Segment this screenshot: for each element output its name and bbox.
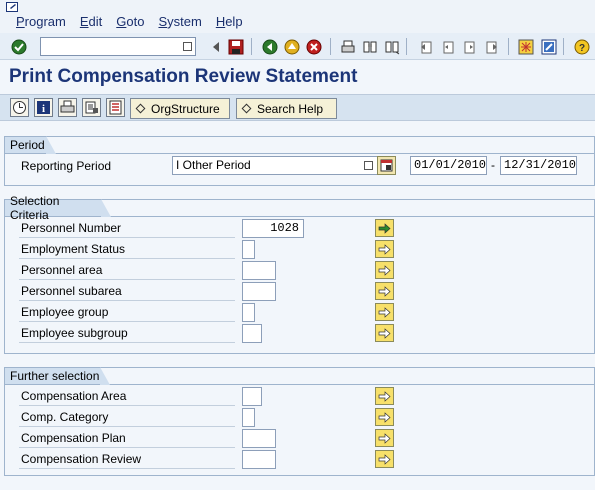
employee-subgroup-multiple-button[interactable] bbox=[375, 324, 394, 342]
svg-text:?: ? bbox=[578, 43, 584, 54]
personnel-subarea-field[interactable] bbox=[242, 282, 276, 301]
compensation-area-field[interactable] bbox=[242, 387, 262, 406]
compensation-plan-field[interactable] bbox=[242, 429, 276, 448]
compensation-review-multiple-button[interactable] bbox=[375, 450, 394, 468]
compensation-area-label: Compensation Area bbox=[19, 387, 235, 406]
menu-window-icon[interactable] bbox=[6, 2, 20, 13]
separator bbox=[251, 38, 252, 55]
variant-icon[interactable] bbox=[82, 98, 101, 117]
employment-status-field[interactable] bbox=[242, 240, 255, 259]
command-input[interactable] bbox=[41, 38, 179, 55]
compensation-plan-multiple-button[interactable] bbox=[375, 429, 394, 447]
comp-category-field[interactable] bbox=[242, 408, 255, 427]
svg-text:i: i bbox=[42, 103, 45, 115]
personnel-number-label: Personnel Number bbox=[19, 219, 235, 238]
help-icon[interactable]: ? bbox=[572, 37, 591, 56]
personnel-area-field[interactable] bbox=[242, 261, 276, 280]
next-page-icon[interactable] bbox=[460, 37, 479, 56]
dropdown-icon[interactable] bbox=[364, 161, 373, 170]
shortcut-icon[interactable] bbox=[539, 37, 558, 56]
selection-criteria-group: Selection Criteria Personnel Number 1028… bbox=[4, 194, 595, 354]
employee-group-label: Employee group bbox=[19, 303, 235, 322]
selection-criteria-title: Selection Criteria bbox=[4, 194, 111, 222]
period-to-date[interactable]: 12/31/2010 bbox=[500, 156, 577, 175]
compensation-area-multiple-button[interactable] bbox=[375, 387, 394, 405]
employee-group-field[interactable] bbox=[242, 303, 255, 322]
personnel-subarea-multiple-button[interactable] bbox=[375, 282, 394, 300]
last-page-icon[interactable] bbox=[482, 37, 501, 56]
period-calendar-button[interactable] bbox=[377, 156, 396, 175]
compensation-review-field[interactable] bbox=[242, 450, 276, 469]
separator bbox=[563, 38, 564, 55]
orgstructure-button[interactable]: OrgStructure bbox=[130, 98, 230, 119]
exit-icon[interactable] bbox=[282, 37, 301, 56]
separator bbox=[330, 38, 331, 55]
personnel-number-multiple-button[interactable] bbox=[375, 219, 394, 237]
comp-category-multiple-button[interactable] bbox=[375, 408, 394, 426]
system-toolbar: ? bbox=[0, 33, 595, 60]
employment-status-multiple-button[interactable] bbox=[375, 240, 394, 258]
find-icon[interactable] bbox=[360, 37, 379, 56]
diamond-icon bbox=[241, 103, 252, 114]
menu-program[interactable]: Program bbox=[16, 14, 66, 29]
menu-help[interactable]: Help bbox=[216, 14, 243, 29]
comp-category-label: Comp. Category bbox=[19, 408, 235, 427]
print-icon[interactable] bbox=[338, 37, 357, 56]
search-help-button[interactable]: Search Help bbox=[236, 98, 337, 119]
title-bar: Print Compensation Review Statement bbox=[0, 61, 595, 93]
dropdown-icon[interactable] bbox=[183, 42, 192, 51]
personnel-number-field[interactable]: 1028 bbox=[242, 219, 304, 238]
menu-edit[interactable]: Edit bbox=[80, 14, 102, 29]
find-next-icon[interactable] bbox=[382, 37, 401, 56]
compensation-plan-label: Compensation Plan bbox=[19, 429, 235, 448]
info-icon[interactable]: i bbox=[34, 98, 53, 117]
employment-status-label: Employment Status bbox=[19, 240, 235, 259]
enter-icon[interactable] bbox=[9, 37, 28, 56]
diamond-icon bbox=[135, 103, 146, 114]
reporting-period-label: Reporting Period bbox=[21, 158, 112, 173]
personnel-area-multiple-button[interactable] bbox=[375, 261, 394, 279]
further-selection-title: Further selection bbox=[4, 367, 110, 385]
application-toolbar: i OrgStructure Search Help bbox=[0, 94, 595, 121]
menu-goto[interactable]: Goto bbox=[116, 14, 144, 29]
back-icon[interactable] bbox=[260, 37, 279, 56]
command-field[interactable] bbox=[40, 37, 196, 56]
compensation-review-label: Compensation Review bbox=[19, 450, 235, 469]
cancel-icon[interactable] bbox=[304, 37, 323, 56]
execute-icon[interactable] bbox=[10, 98, 29, 117]
separator bbox=[508, 38, 509, 55]
menu-system[interactable]: System bbox=[158, 14, 201, 29]
print-icon[interactable] bbox=[58, 98, 77, 117]
personnel-subarea-label: Personnel subarea bbox=[19, 282, 235, 301]
menu-bar: Program Edit Goto System Help bbox=[0, 0, 595, 33]
employee-subgroup-label: Employee subgroup bbox=[19, 324, 235, 343]
selection-options-icon[interactable] bbox=[106, 98, 125, 117]
date-separator: - bbox=[491, 158, 495, 172]
back-arrow-icon[interactable] bbox=[206, 37, 225, 56]
save-icon[interactable] bbox=[226, 37, 245, 56]
page-title: Print Compensation Review Statement bbox=[9, 66, 358, 87]
employee-subgroup-field[interactable] bbox=[242, 324, 262, 343]
previous-page-icon[interactable] bbox=[438, 37, 457, 56]
separator bbox=[406, 38, 407, 55]
period-from-date[interactable]: 01/01/2010 bbox=[410, 156, 487, 175]
period-group-title: Period bbox=[4, 136, 56, 154]
further-selection-group: Further selection Compensation Area Comp… bbox=[4, 367, 595, 476]
first-page-icon[interactable] bbox=[416, 37, 435, 56]
employee-group-multiple-button[interactable] bbox=[375, 303, 394, 321]
reporting-period-select[interactable]: I Other Period bbox=[172, 156, 378, 175]
create-session-icon[interactable] bbox=[516, 37, 535, 56]
period-group: Period Reporting Period I Other Period 0… bbox=[4, 136, 595, 186]
personnel-area-label: Personnel area bbox=[19, 261, 235, 280]
